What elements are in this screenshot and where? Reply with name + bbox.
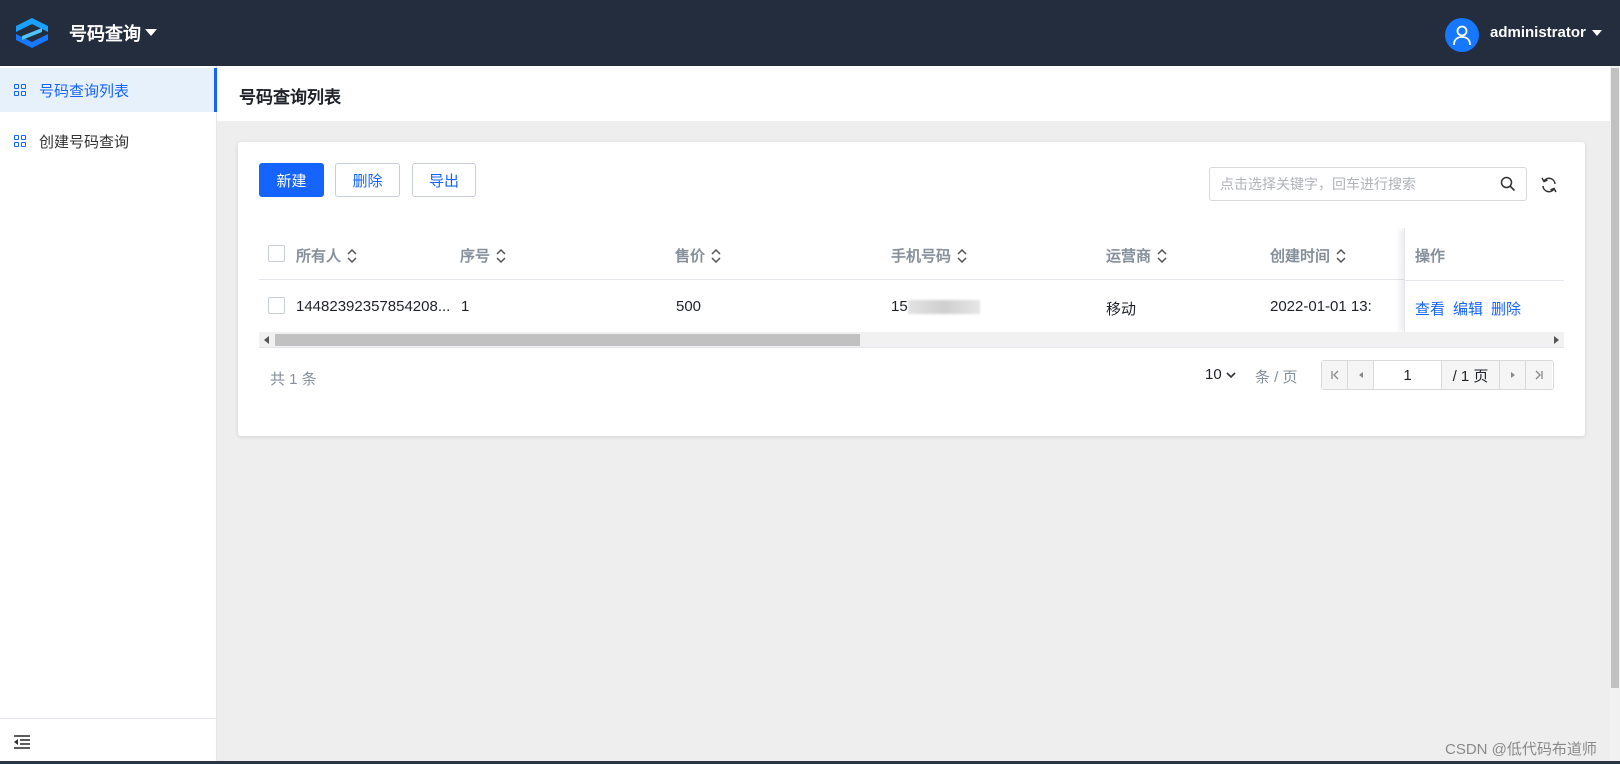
- export-button[interactable]: 导出: [412, 163, 476, 197]
- column-header-phone[interactable]: 手机号码: [891, 245, 967, 266]
- sort-icon[interactable]: [1157, 248, 1167, 263]
- user-menu-caret-icon[interactable]: [1592, 30, 1602, 36]
- column-header-index[interactable]: 序号: [460, 245, 506, 266]
- sort-icon[interactable]: [347, 248, 357, 263]
- next-page-button[interactable]: [1500, 361, 1526, 389]
- sort-icon[interactable]: [957, 248, 967, 263]
- edit-link[interactable]: 编辑: [1453, 298, 1483, 319]
- app-title[interactable]: 号码查询: [69, 20, 141, 46]
- new-button[interactable]: 新建: [259, 163, 324, 197]
- watermark: CSDN @低代码布道师: [1445, 741, 1597, 758]
- cell-price: 500: [676, 298, 702, 315]
- select-all-checkbox[interactable]: [268, 245, 285, 262]
- sidebar-item-number-query-list[interactable]: 号码查询列表: [0, 68, 217, 112]
- column-header-label: 运营商: [1106, 248, 1152, 265]
- sort-icon[interactable]: [496, 248, 506, 263]
- delete-link[interactable]: 删除: [1491, 298, 1521, 319]
- page-title: 号码查询列表: [239, 88, 341, 107]
- vertical-scrollbar[interactable]: [1610, 66, 1620, 764]
- page-header: 号码查询列表: [217, 66, 1610, 121]
- scroll-right-arrow-icon[interactable]: [1554, 336, 1559, 344]
- list-card: 新建 删除 导出 所有人 序号 售价 手机号码: [238, 142, 1585, 436]
- sort-icon[interactable]: [1336, 248, 1346, 263]
- page-size-select[interactable]: 10: [1205, 366, 1236, 383]
- column-header-label: 创建时间: [1270, 248, 1331, 265]
- next-page-icon: [1510, 372, 1515, 378]
- horizontal-scrollbar-thumb[interactable]: [275, 334, 860, 346]
- sidebar-footer: [0, 718, 217, 764]
- sidebar: 号码查询列表 创建号码查询: [0, 66, 217, 764]
- redacted-phone-blur: [907, 300, 980, 315]
- search-input[interactable]: [1209, 167, 1527, 201]
- column-header-label: 售价: [675, 248, 706, 265]
- sidebar-item-label: 创建号码查询: [39, 133, 130, 151]
- column-header-label: 所有人: [296, 248, 342, 265]
- data-table: 所有人 序号 售价 手机号码 运营商 创建时间 1448239235785420…: [259, 228, 1564, 342]
- collapse-menu-icon[interactable]: [14, 735, 30, 749]
- sidebar-item-create-number-query[interactable]: 创建号码查询: [0, 119, 217, 163]
- top-navbar: 号码查询 administrator: [0, 0, 1620, 66]
- page-number-input[interactable]: [1374, 361, 1442, 389]
- table-row[interactable]: 14482392357854208... 1 500 15 移动 2022-01…: [259, 280, 1564, 332]
- first-page-button[interactable]: [1322, 361, 1348, 389]
- last-page-button[interactable]: [1526, 361, 1552, 389]
- last-page-icon: [1535, 370, 1543, 380]
- sort-icon[interactable]: [711, 248, 721, 263]
- divider: [1405, 280, 1564, 281]
- fixed-operations-column: 操作 查看 编辑 删除: [1404, 228, 1564, 332]
- grid-icon: [14, 135, 26, 147]
- total-count: 共 1 条: [270, 371, 317, 388]
- column-header-price[interactable]: 售价: [675, 245, 721, 266]
- cell-owner: 14482392357854208...: [296, 298, 451, 315]
- prev-page-button[interactable]: [1348, 361, 1374, 389]
- horizontal-scrollbar[interactable]: [259, 332, 1564, 348]
- pager: / 1 页: [1321, 360, 1554, 390]
- scroll-left-arrow-icon[interactable]: [264, 336, 269, 344]
- column-header-owner[interactable]: 所有人: [296, 245, 357, 266]
- cell-index: 1: [461, 298, 470, 315]
- cell-created: 2022-01-01 13:: [1270, 298, 1372, 315]
- chevron-down-icon: [1226, 371, 1236, 378]
- grid-icon: [14, 84, 26, 96]
- cell-phone-prefix: 15: [891, 298, 908, 315]
- column-header-label: 序号: [460, 248, 491, 265]
- sidebar-item-label: 号码查询列表: [39, 82, 130, 100]
- delete-button[interactable]: 删除: [335, 163, 400, 197]
- view-link[interactable]: 查看: [1415, 298, 1445, 319]
- column-header-label: 手机号码: [891, 248, 952, 265]
- page-size-value: 10: [1205, 366, 1222, 383]
- row-checkbox[interactable]: [268, 297, 285, 314]
- column-header-carrier[interactable]: 运营商: [1106, 245, 1167, 266]
- column-header-created[interactable]: 创建时间: [1270, 245, 1346, 266]
- first-page-icon: [1330, 370, 1338, 380]
- table-header: 所有人 序号 售价 手机号码 运营商 创建时间: [259, 228, 1564, 280]
- refresh-icon[interactable]: [1540, 176, 1558, 194]
- prev-page-icon: [1358, 372, 1363, 378]
- vertical-scrollbar-thumb[interactable]: [1611, 68, 1619, 688]
- page-size-unit: 条 / 页: [1255, 369, 1298, 386]
- user-icon: [1453, 25, 1471, 46]
- username[interactable]: administrator: [1490, 24, 1586, 41]
- total-pages: / 1 页: [1442, 361, 1500, 389]
- cell-carrier: 移动: [1106, 301, 1137, 318]
- search-icon[interactable]: [1500, 176, 1516, 192]
- user-avatar[interactable]: [1445, 18, 1479, 52]
- app-switch-caret-icon[interactable]: [145, 29, 157, 36]
- app-logo-icon[interactable]: [14, 16, 50, 50]
- column-header-actions: 操作: [1415, 248, 1446, 265]
- cell-phone: 15: [891, 298, 980, 315]
